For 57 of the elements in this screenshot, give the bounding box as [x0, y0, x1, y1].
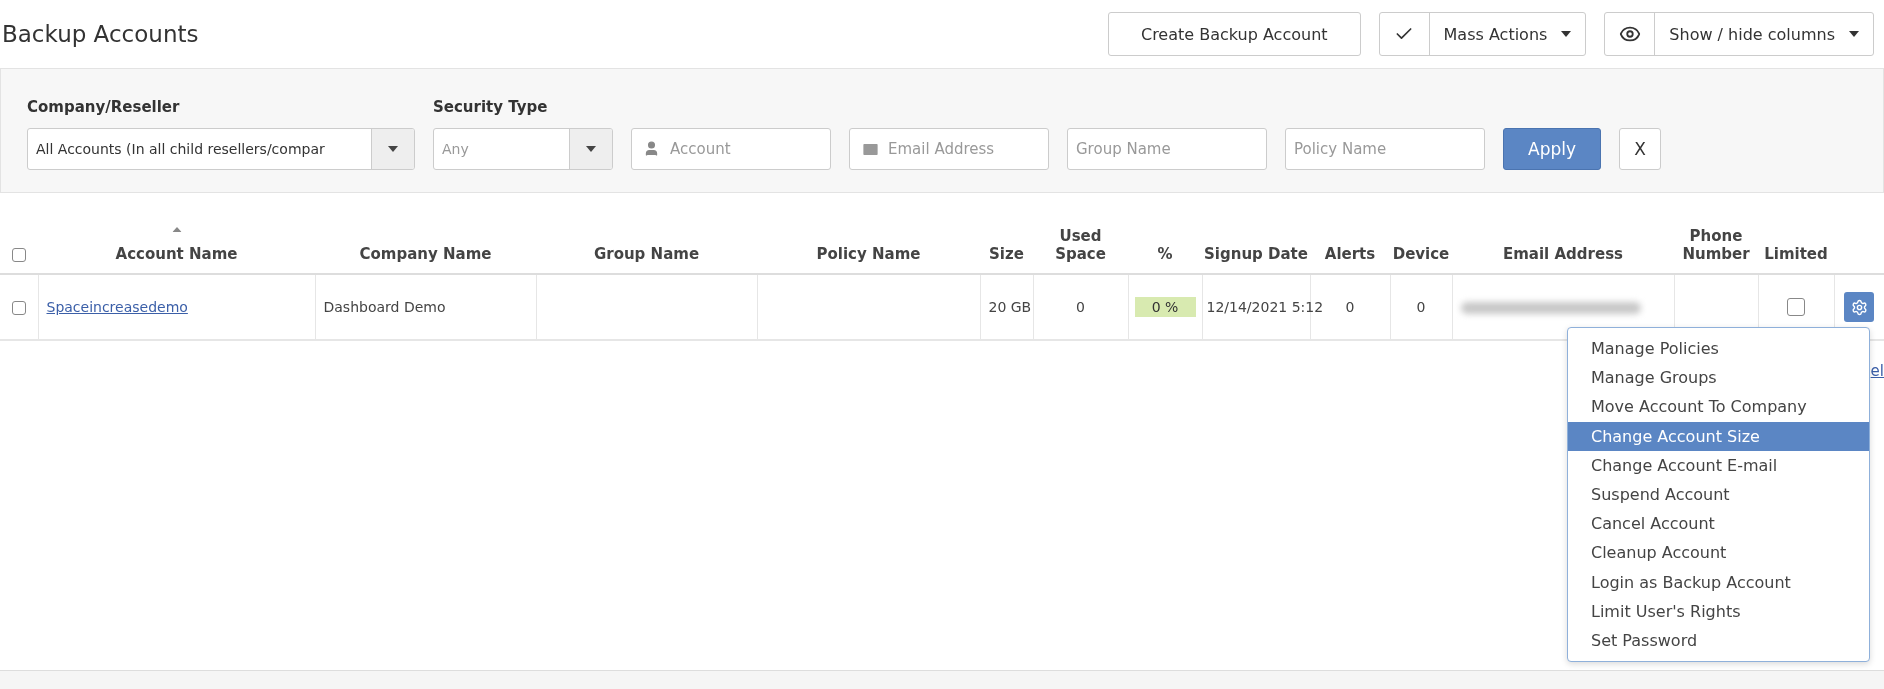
menu-item[interactable]: Change Account Size: [1568, 421, 1869, 451]
column-header[interactable]: Device: [1390, 223, 1452, 274]
menu-item[interactable]: Set Password: [1568, 625, 1869, 656]
column-header[interactable]: Signup Date: [1202, 223, 1310, 274]
row-checkbox[interactable]: [11, 301, 26, 315]
filter-field[interactable]: Email Address: [849, 128, 1049, 170]
account-link[interactable]: Spaceincreasedemo: [46, 299, 188, 315]
column-header[interactable]: Limited: [1758, 223, 1834, 274]
column-header[interactable]: Phone Number: [1674, 223, 1758, 274]
menu-item[interactable]: Suspend Account: [1568, 479, 1869, 510]
filter-label: Security Type: [433, 98, 549, 116]
menu-item[interactable]: Manage Policies: [1568, 334, 1869, 364]
caret-icon: [1561, 31, 1572, 37]
table-cell: 0: [1076, 299, 1085, 315]
menu-item[interactable]: Move Account To Company: [1568, 392, 1869, 422]
sort-icon: [172, 227, 181, 232]
column-header[interactable]: Alerts: [1310, 223, 1390, 274]
apply-button[interactable]: Apply: [1503, 128, 1601, 170]
filter-label: Company/Reseller: [27, 98, 181, 116]
filter-field[interactable]: Group Name: [1067, 128, 1267, 170]
table-cell: Dashboard Demo: [323, 299, 446, 315]
menu-item[interactable]: Cancel Account: [1568, 509, 1869, 539]
user-icon: [643, 140, 660, 157]
caret-icon: [1849, 31, 1859, 37]
select-all-checkbox[interactable]: [12, 247, 26, 262]
columns-button[interactable]: Show / hide columns: [1604, 12, 1874, 56]
select-field[interactable]: All Accounts (In all child resellers/compar: [27, 128, 415, 170]
percent-bar: 0 %: [1134, 297, 1196, 317]
caret-icon: [586, 146, 596, 152]
column-header[interactable]: Size: [980, 223, 1033, 274]
menu-item[interactable]: Manage Groups: [1568, 363, 1869, 393]
page-title: Backup Accounts: [2, 21, 199, 47]
table-cell: 0: [1345, 299, 1355, 315]
gear-icon: [1850, 298, 1868, 316]
menu-item[interactable]: Login as Backup Account: [1568, 567, 1869, 597]
column-header[interactable]: Account Name: [38, 223, 315, 274]
menu-item[interactable]: Limit User's Rights: [1568, 596, 1869, 626]
column-header[interactable]: Company Name: [315, 223, 536, 274]
table-cell: 12/14/2021 5:12: [1206, 299, 1324, 315]
column-header[interactable]: Used Space: [1033, 223, 1128, 274]
mass-actions-button[interactable]: Mass Actions: [1378, 12, 1587, 56]
column-header[interactable]: Group Name: [536, 223, 757, 274]
caret-icon: [388, 146, 398, 152]
link[interactable]: el: [1870, 362, 1884, 380]
column-header[interactable]: Policy Name: [757, 223, 980, 274]
settings-button[interactable]: [1844, 292, 1875, 322]
filter-field[interactable]: Policy Name: [1285, 128, 1485, 170]
column-header[interactable]: Email Address: [1452, 223, 1674, 274]
menu-item[interactable]: Cleanup Account: [1568, 538, 1869, 568]
menu-item[interactable]: Change Account E-mail: [1568, 450, 1869, 480]
limited-checkbox[interactable]: [1787, 298, 1805, 316]
filter-field[interactable]: Account: [631, 128, 831, 170]
table-cell: 0: [1416, 299, 1426, 315]
clear-button[interactable]: X: [1619, 128, 1661, 170]
column-header[interactable]: %: [1128, 223, 1202, 274]
table-cell: 20 GB: [988, 299, 1032, 315]
create-account-button[interactable]: Create Backup Account: [1107, 12, 1361, 56]
